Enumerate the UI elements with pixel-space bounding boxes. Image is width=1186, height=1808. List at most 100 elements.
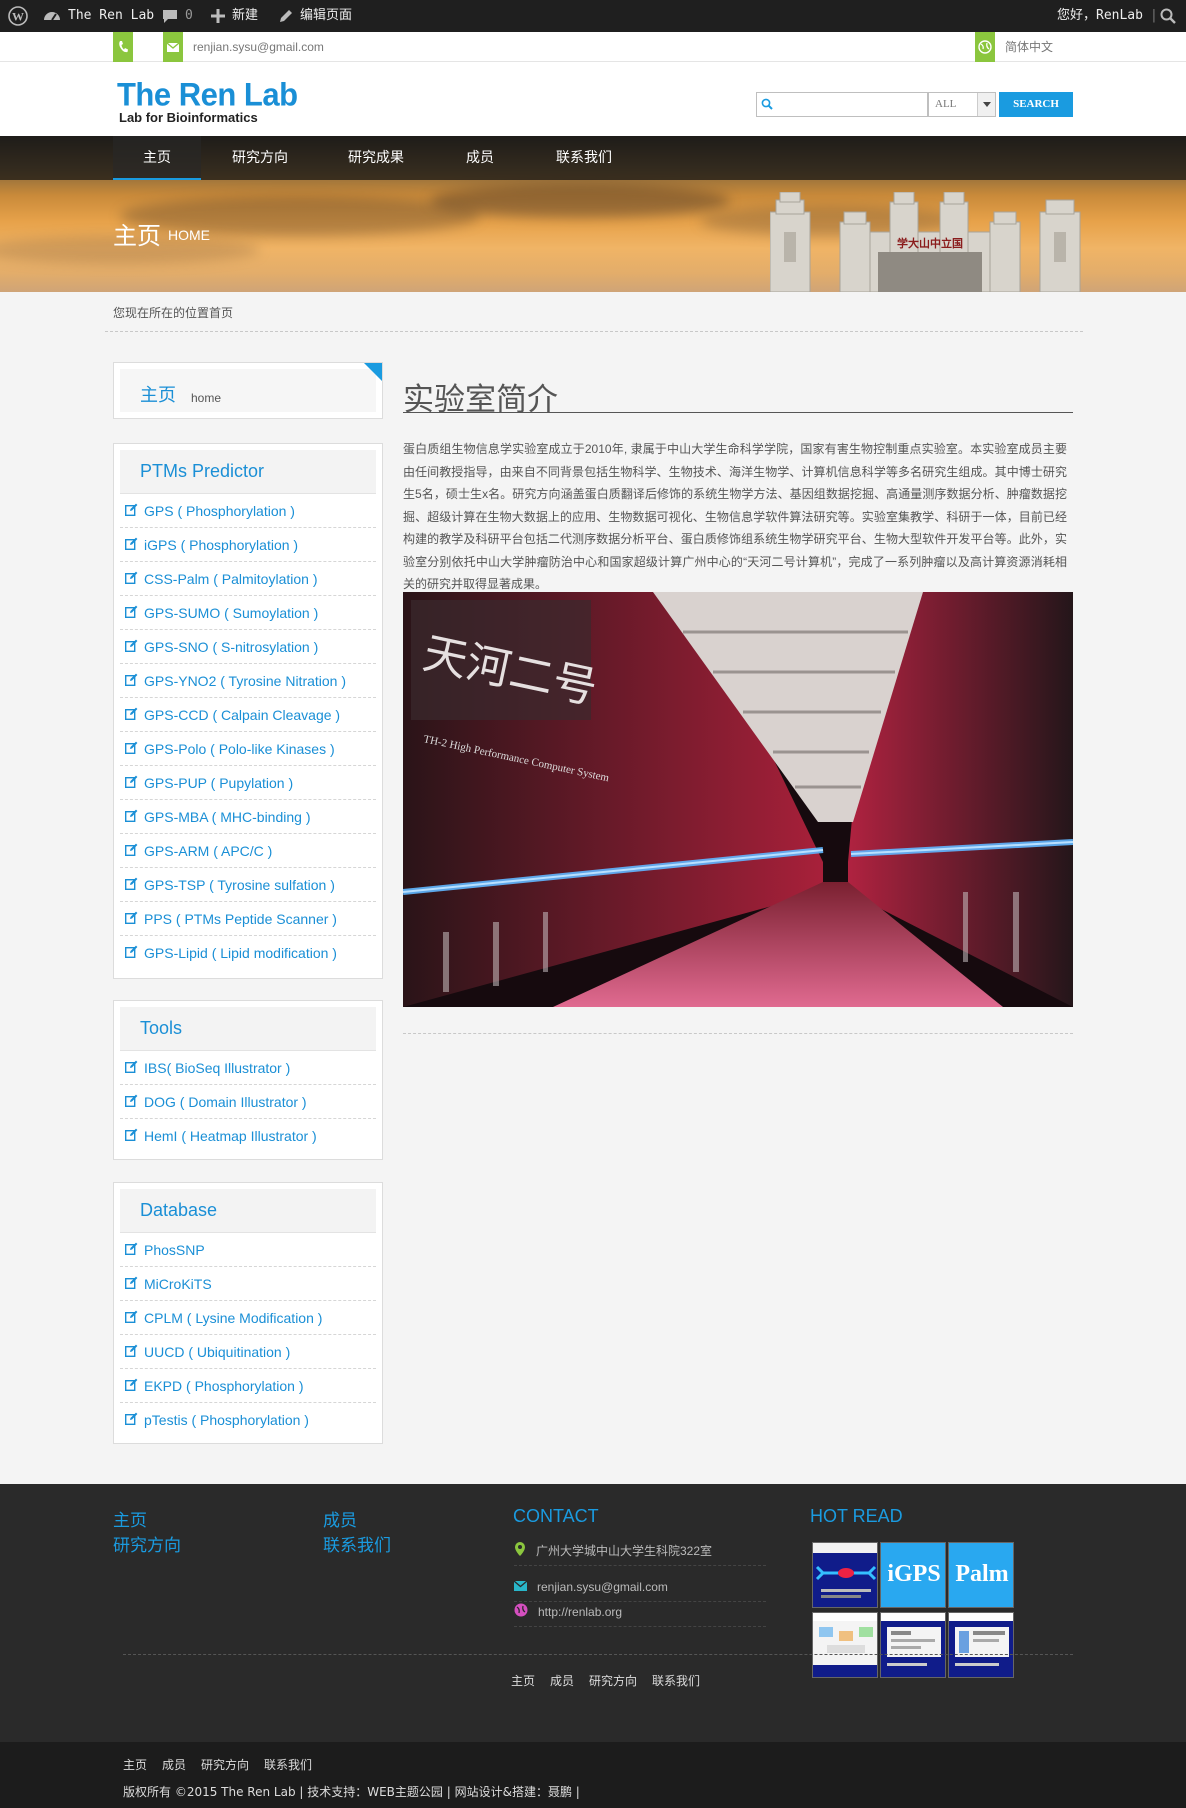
footer-link-research[interactable]: 研究方向 bbox=[113, 1531, 181, 1556]
bottom-nav-home[interactable]: 主页 bbox=[123, 1756, 147, 1773]
sidebar-list-item[interactable]: GPS-CCD ( Calpain Cleavage ) bbox=[120, 698, 376, 732]
nav-contact[interactable]: 联系我们 bbox=[542, 136, 626, 180]
sidebar-list-item[interactable]: pTestis ( Phosphorylation ) bbox=[120, 1403, 376, 1437]
sidebar-item-label: CPLM ( Lysine Modification ) bbox=[144, 1309, 323, 1326]
bottom-bar: 主页 成员 研究方向 联系我们 版权所有 ©2015 The Ren Lab |… bbox=[0, 1742, 1186, 1808]
divider bbox=[105, 331, 1083, 332]
breadcrumb: 您现在所在的位置首页 bbox=[113, 304, 233, 321]
sidebar-home-widget[interactable]: 主页 home bbox=[113, 362, 383, 419]
sidebar-item-label: PPS ( PTMs Peptide Scanner ) bbox=[144, 910, 337, 927]
sidebar-list-item[interactable]: MiCroKiTS bbox=[120, 1267, 376, 1301]
palm-thumb-label: Palm bbox=[955, 1561, 1009, 1587]
sidebar-list-item[interactable]: IBS( BioSeq Illustrator ) bbox=[120, 1051, 376, 1085]
language-switch[interactable]: 简体中文 bbox=[1005, 32, 1053, 62]
footer-nav-contact[interactable]: 联系我们 bbox=[652, 1672, 700, 1689]
sidebar-item-label: GPS-MBA ( MHC-binding ) bbox=[144, 808, 311, 825]
site-name-link[interactable]: The Ren Lab bbox=[43, 0, 154, 32]
sidebar-list-item[interactable]: iGPS ( Phosphorylation ) bbox=[120, 528, 376, 562]
search-input[interactable] bbox=[777, 95, 922, 114]
footer-link-contact[interactable]: 联系我们 bbox=[323, 1531, 391, 1556]
tools-list: IBS( BioSeq Illustrator ) DOG ( Domain Il… bbox=[114, 1051, 382, 1153]
content-divider bbox=[403, 1033, 1073, 1034]
search-scope-select[interactable]: ALL bbox=[928, 92, 996, 117]
sidebar-list-item[interactable]: PPS ( PTMs Peptide Scanner ) bbox=[120, 902, 376, 936]
sidebar-item-label: CSS-Palm ( Palmitoylation ) bbox=[144, 570, 318, 587]
edit-square-icon bbox=[124, 1378, 138, 1394]
search-field[interactable] bbox=[756, 92, 928, 117]
sidebar-list-item[interactable]: UUCD ( Ubiquitination ) bbox=[120, 1335, 376, 1369]
sidebar-list-item[interactable]: GPS-Polo ( Polo-like Kinases ) bbox=[120, 732, 376, 766]
site-name: The Ren Lab bbox=[68, 8, 155, 23]
sidebar-list-item[interactable]: GPS-YNO2 ( Tyrosine Nitration ) bbox=[120, 664, 376, 698]
footer-nav-members[interactable]: 成员 bbox=[550, 1672, 574, 1689]
search-icon[interactable] bbox=[1160, 0, 1176, 32]
hot-read-thumb-igps[interactable]: iGPS bbox=[880, 1542, 946, 1608]
footer-link-home[interactable]: 主页 bbox=[113, 1506, 147, 1531]
breadcrumb-home-link[interactable]: 首页 bbox=[209, 306, 233, 320]
footer-divider bbox=[123, 1654, 1073, 1655]
edit-page-label: 编辑页面 bbox=[300, 8, 353, 23]
sidebar-list-item[interactable]: CSS-Palm ( Palmitoylation ) bbox=[120, 562, 376, 596]
bottom-nav-contact[interactable]: 联系我们 bbox=[264, 1756, 312, 1773]
nav-research[interactable]: 研究方向 bbox=[218, 136, 302, 180]
sidebar-list-item[interactable]: GPS-SNO ( S-nitrosylation ) bbox=[120, 630, 376, 664]
search-button[interactable]: SEARCH bbox=[999, 92, 1073, 117]
corner-marker bbox=[364, 363, 382, 381]
sidebar-list-item[interactable]: CPLM ( Lysine Modification ) bbox=[120, 1301, 376, 1335]
wordpress-icon[interactable]: W bbox=[8, 0, 28, 32]
edit-square-icon bbox=[124, 605, 138, 621]
bottom-nav-members[interactable]: 成员 bbox=[162, 1756, 186, 1773]
sidebar-item-label: GPS-SUMO ( Sumoylation ) bbox=[144, 604, 319, 621]
edit-square-icon bbox=[124, 537, 138, 553]
edit-square-icon bbox=[124, 843, 138, 859]
database-list: PhosSNP MiCroKiTS CPLM ( Lysine Modificati… bbox=[114, 1233, 382, 1437]
new-link[interactable]: 新建 bbox=[211, 0, 258, 32]
footer-website[interactable]: http://renlab.org bbox=[514, 1597, 766, 1627]
nav-home[interactable]: 主页 bbox=[113, 136, 201, 180]
nav-members[interactable]: 成员 bbox=[452, 136, 508, 180]
edit-square-icon bbox=[124, 1276, 138, 1292]
search-scope-value: ALL bbox=[935, 98, 957, 110]
svg-text:W: W bbox=[12, 10, 24, 24]
sidebar-list-item[interactable]: HemI ( Heatmap Illustrator ) bbox=[120, 1119, 376, 1153]
sidebar-list-item[interactable]: GPS-PUP ( Pupylation ) bbox=[120, 766, 376, 800]
edit-square-icon bbox=[124, 639, 138, 655]
hot-read-thumb-4[interactable] bbox=[812, 1612, 878, 1678]
hot-read-thumb-5[interactable] bbox=[880, 1612, 946, 1678]
hot-read-thumb-6[interactable] bbox=[948, 1612, 1014, 1678]
edit-square-icon bbox=[124, 503, 138, 519]
sidebar-list-item[interactable]: GPS-TSP ( Tyrosine sulfation ) bbox=[120, 868, 376, 902]
database-widget-title: Database bbox=[140, 1200, 218, 1220]
sidebar-list-item[interactable]: DOG ( Domain Illustrator ) bbox=[120, 1085, 376, 1119]
sidebar-list-item[interactable]: GPS ( Phosphorylation ) bbox=[120, 494, 376, 528]
footer-nav-home[interactable]: 主页 bbox=[511, 1672, 535, 1689]
hot-read-thumb-1[interactable] bbox=[812, 1542, 878, 1608]
comments-link[interactable]: 0 bbox=[162, 0, 193, 32]
sidebar-list-item[interactable]: GPS-MBA ( MHC-binding ) bbox=[120, 800, 376, 834]
sidebar-list-item[interactable]: GPS-Lipid ( Lipid modification ) bbox=[120, 936, 376, 970]
nav-results[interactable]: 研究成果 bbox=[334, 136, 418, 180]
sidebar-list-item[interactable]: EKPD ( Phosphorylation ) bbox=[120, 1369, 376, 1403]
edit-square-icon bbox=[124, 1412, 138, 1428]
new-label: 新建 bbox=[232, 8, 259, 23]
sidebar-list-item[interactable]: PhosSNP bbox=[120, 1233, 376, 1267]
sidebar-list-item[interactable]: GPS-ARM ( APC/C ) bbox=[120, 834, 376, 868]
footer-link-members[interactable]: 成员 bbox=[323, 1506, 357, 1531]
user-greeting[interactable]: 您好，RenLab | bbox=[1057, 0, 1158, 32]
edit-page-link[interactable]: 编辑页面 bbox=[279, 0, 352, 32]
edit-square-icon bbox=[124, 911, 138, 927]
contact-email[interactable]: renjian.sysu@gmail.com bbox=[193, 32, 324, 62]
mail-icon bbox=[163, 32, 183, 62]
hot-read-thumb-palm[interactable]: Palm bbox=[948, 1542, 1014, 1608]
copyright-text: 版权所有 ©2015 The Ren Lab | 技术支持：WEB主题公园 | … bbox=[123, 1785, 580, 1799]
sidebar-item-label: iGPS ( Phosphorylation ) bbox=[144, 536, 299, 553]
greeting-text: 您好，RenLab bbox=[1057, 8, 1143, 23]
edit-square-icon bbox=[124, 673, 138, 689]
sidebar-item-label: GPS-PUP ( Pupylation ) bbox=[144, 774, 294, 791]
footer-nav-research[interactable]: 研究方向 bbox=[589, 1672, 637, 1689]
bottom-nav-research[interactable]: 研究方向 bbox=[201, 1756, 249, 1773]
logo-title[interactable]: The Ren Lab bbox=[117, 76, 298, 114]
sidebar-list-item[interactable]: GPS-SUMO ( Sumoylation ) bbox=[120, 596, 376, 630]
admin-bar: W The Ren Lab 0 新建 编辑页面 您好，RenLab | bbox=[0, 0, 1186, 32]
edit-square-icon bbox=[124, 945, 138, 961]
